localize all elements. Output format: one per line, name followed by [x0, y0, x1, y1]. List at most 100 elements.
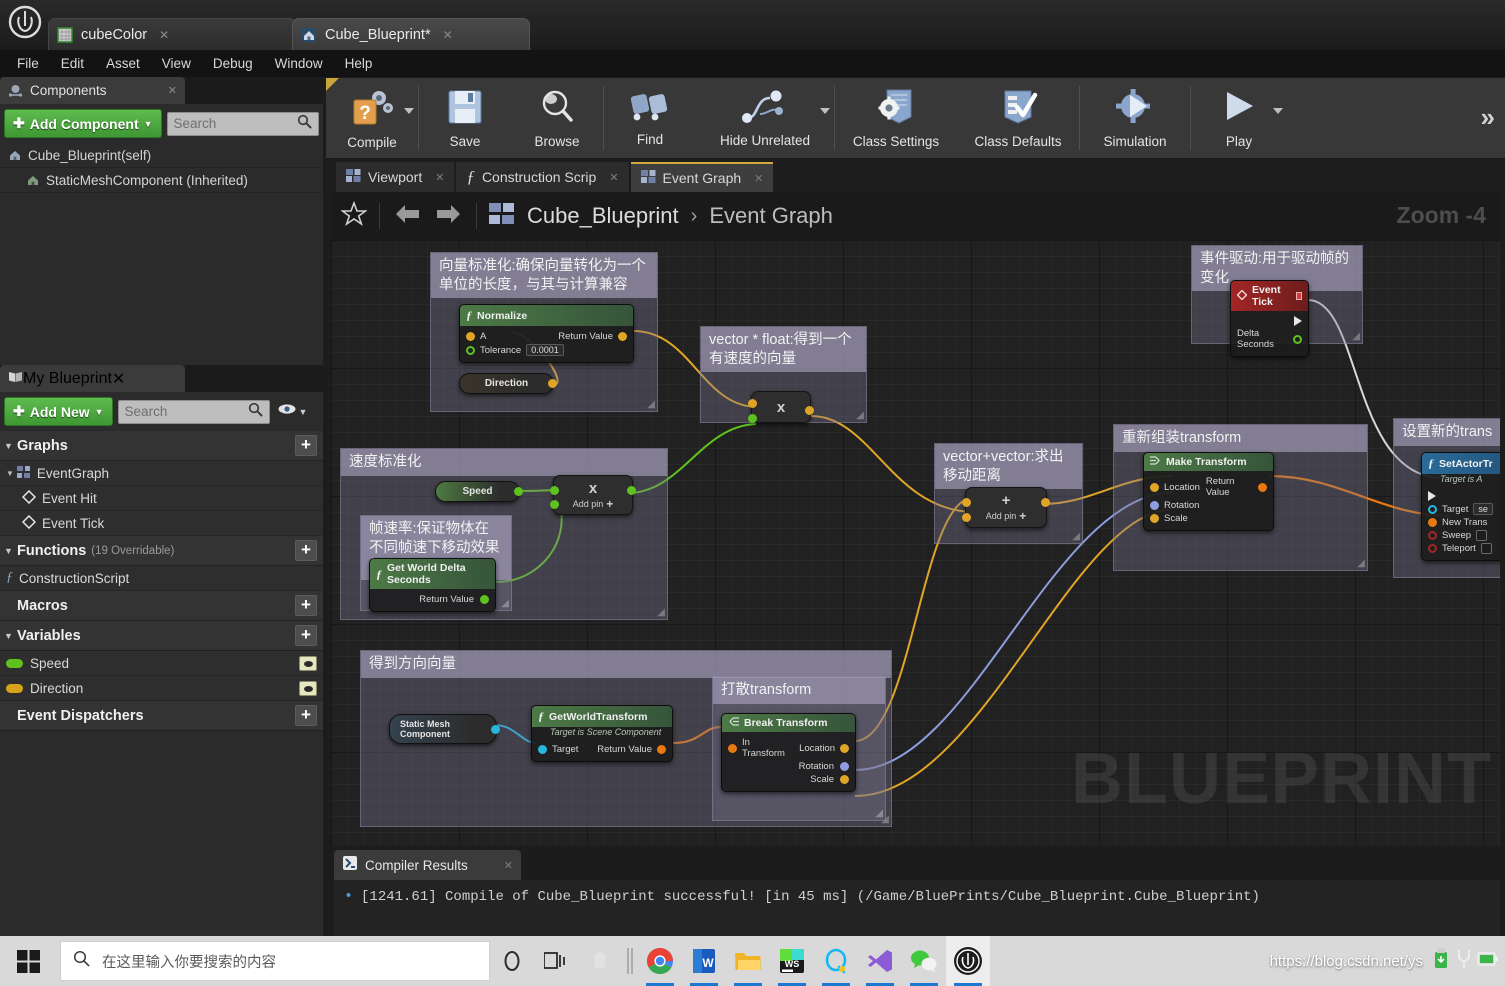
close-icon[interactable]: ✕	[609, 171, 618, 184]
file-explorer-icon[interactable]	[726, 936, 770, 986]
target-value[interactable]: se	[1473, 503, 1493, 515]
pin-in-transform[interactable]	[728, 744, 737, 753]
tab-viewport[interactable]: Viewport ✕	[336, 162, 454, 192]
menu-item-file[interactable]: File	[6, 53, 50, 74]
pin-tolerance[interactable]	[466, 346, 475, 355]
pin-row[interactable]	[1231, 315, 1308, 327]
start-button[interactable]	[0, 936, 57, 986]
pin-scale[interactable]	[1150, 514, 1159, 523]
pin-row[interactable]: Location Return Value	[1144, 475, 1273, 499]
forward-arrow-icon[interactable]	[434, 203, 464, 230]
pin-out[interactable]	[1041, 498, 1050, 507]
sweep-checkbox[interactable]	[1476, 530, 1487, 541]
node-get-world-delta-seconds[interactable]: ƒ Get World Delta Seconds Return Value	[369, 558, 496, 612]
tolerance-value[interactable]: 0.0001	[526, 344, 564, 356]
breadcrumb-root[interactable]: Cube_Blueprint	[527, 203, 679, 229]
section-macros[interactable]: ▼ Macros +	[0, 591, 323, 621]
teleport-checkbox[interactable]	[1481, 543, 1492, 554]
pin-out[interactable]	[805, 406, 814, 415]
window-tab-cube-blueprint[interactable]: Cube_Blueprint* ✕	[292, 18, 530, 50]
pin-location[interactable]	[1150, 483, 1159, 492]
component-tree-item-self[interactable]: Cube_Blueprint(self)	[0, 143, 323, 168]
pin-b[interactable]	[550, 500, 559, 509]
pin-return-value[interactable]	[618, 332, 627, 341]
graph-item-event-hit[interactable]: Event Hit	[0, 486, 323, 511]
add-new-button[interactable]: ✚ Add New ▼	[4, 397, 113, 426]
pin-new-transform[interactable]	[1428, 518, 1437, 527]
pin-exec-out[interactable]	[1294, 316, 1302, 326]
node-speed-multiply[interactable]: x Add pin +	[553, 475, 633, 515]
close-icon[interactable]: ✕	[504, 859, 513, 872]
pin-location[interactable]	[840, 744, 849, 753]
pin-row[interactable]: A Return Value	[460, 330, 633, 343]
pin-b[interactable]	[748, 414, 757, 423]
graph-item-event-tick[interactable]: Event Tick	[0, 511, 323, 536]
pin-b[interactable]	[962, 513, 971, 522]
resize-handle[interactable]: ◢	[1072, 531, 1080, 542]
add-macro-button[interactable]: +	[295, 595, 317, 616]
taskbar-search-input[interactable]: 在这里输入你要搜索的内容	[60, 941, 490, 981]
back-arrow-icon[interactable]	[392, 203, 422, 230]
section-variables[interactable]: ▼ Variables +	[0, 621, 323, 651]
plug-icon[interactable]	[1454, 948, 1474, 975]
pin-scale[interactable]	[840, 775, 849, 784]
class-settings-button[interactable]: Class Settings	[835, 78, 957, 158]
graph-canvas[interactable]: 向量标准化:确保向量转化为一个单位的长度，与其与计算兼容 ◢ ƒ Normali…	[331, 240, 1500, 846]
node-vector-add[interactable]: + Add pin +	[965, 487, 1047, 528]
close-icon[interactable]: ✕	[435, 171, 444, 184]
node-static-mesh-component[interactable]: Static Mesh Component	[389, 714, 497, 744]
resize-handle[interactable]: ◢	[501, 598, 509, 609]
close-icon[interactable]: ✕	[159, 28, 169, 42]
pin-row[interactable]: Scale	[1144, 512, 1273, 525]
tab-event-graph[interactable]: Event Graph ✕	[631, 162, 774, 192]
play-button[interactable]: Play	[1191, 78, 1287, 158]
browse-button[interactable]: Browse	[511, 78, 603, 158]
components-search-input[interactable]: Search	[167, 112, 319, 136]
node-get-world-transform[interactable]: ƒ GetWorldTransform Target is Scene Comp…	[531, 705, 673, 762]
eye-icon[interactable]	[299, 656, 317, 671]
function-item-constructionscript[interactable]: ƒ ConstructionScript	[0, 566, 323, 591]
pin-row[interactable]: New Trans	[1422, 516, 1500, 529]
eye-icon[interactable]	[299, 681, 317, 696]
pin-row[interactable]	[1422, 490, 1500, 502]
pin-out[interactable]	[514, 487, 523, 496]
resize-handle[interactable]: ◢	[647, 399, 655, 410]
node-direction-variable[interactable]: Direction	[459, 373, 554, 394]
menu-item-debug[interactable]: Debug	[202, 53, 264, 74]
node-set-actor-transform[interactable]: ƒ SetActorTr Target is A Target se	[1421, 452, 1500, 561]
pin-return-value[interactable]	[657, 745, 666, 754]
menu-item-edit[interactable]: Edit	[50, 53, 95, 74]
pin-row[interactable]: Teleport	[1422, 542, 1500, 555]
pin-row[interactable]: In Transform Location	[722, 736, 855, 760]
visual-studio-icon[interactable]	[858, 936, 902, 986]
compiler-results-tab[interactable]: Compiler Results ✕	[334, 850, 521, 880]
close-icon[interactable]: ✕	[443, 28, 453, 42]
add-component-button[interactable]: ✚ Add Component ▼	[4, 109, 162, 138]
chevron-down-icon[interactable]	[820, 108, 830, 114]
pin-sweep[interactable]	[1428, 531, 1437, 540]
pin-teleport[interactable]	[1428, 544, 1437, 553]
node-make-transform[interactable]: Make Transform Location Return Value	[1143, 452, 1274, 531]
graph-item-eventgraph[interactable]: ▼ EventGraph	[0, 461, 323, 486]
compiler-message-row[interactable]: • [1241.61] Compile of Cube_Blueprint su…	[344, 888, 1490, 905]
save-button[interactable]: Save	[419, 78, 511, 158]
resize-handle[interactable]: ◢	[657, 607, 665, 618]
my-blueprint-search-input[interactable]: Search	[118, 400, 270, 424]
pin-row[interactable]: Target se	[1422, 502, 1500, 516]
window-tab-cubecolor[interactable]: cubeColor ✕	[48, 18, 296, 50]
unreal-engine-icon[interactable]	[946, 936, 990, 986]
add-dispatcher-button[interactable]: +	[295, 705, 317, 726]
my-blueprint-panel-tab[interactable]: My Blueprint ✕	[0, 365, 185, 392]
add-graph-button[interactable]: +	[295, 435, 317, 456]
pin-a[interactable]	[550, 486, 559, 495]
close-icon[interactable]: ✕	[112, 369, 125, 389]
chrome-icon[interactable]	[638, 936, 682, 986]
add-pin-button[interactable]: Add pin +	[986, 509, 1027, 523]
hide-unrelated-button[interactable]: Hide Unrelated	[696, 78, 834, 158]
pin-row[interactable]: Delta Seconds	[1231, 327, 1308, 351]
compile-button[interactable]: ? Compile	[326, 78, 418, 158]
resize-handle[interactable]: ◢	[1352, 331, 1360, 342]
section-event-dispatchers[interactable]: ▼ Event Dispatchers +	[0, 701, 323, 731]
sogou-icon[interactable]	[578, 936, 622, 986]
pin-row[interactable]: Return Value	[370, 593, 495, 606]
